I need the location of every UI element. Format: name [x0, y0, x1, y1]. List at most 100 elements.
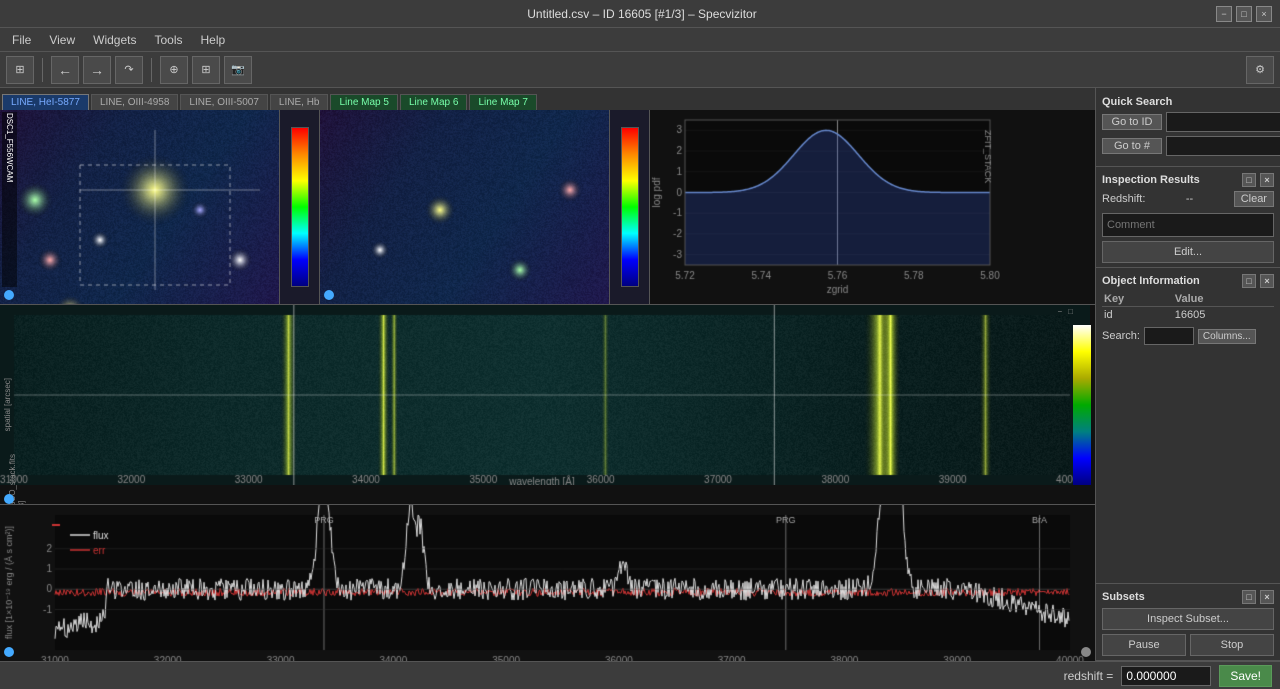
close-button[interactable]: ×: [1256, 6, 1272, 22]
settings-button[interactable]: ⚙: [1246, 56, 1274, 84]
edit-button[interactable]: Edit...: [1102, 241, 1274, 263]
columns-button[interactable]: Columns...: [1198, 329, 1256, 344]
menu-help[interactable]: Help: [193, 31, 234, 49]
key-id: id: [1102, 307, 1173, 324]
comment-input[interactable]: [1102, 213, 1274, 237]
subsets-icon-2[interactable]: ×: [1260, 590, 1274, 604]
screenshot-button[interactable]: 📷: [224, 56, 252, 84]
tab-line-hb[interactable]: LINE, Hb: [270, 94, 329, 110]
main-layout: LINE, HeI-5877 LINE, OIII-4958 LINE, OII…: [0, 88, 1280, 661]
inspection-icons: □ ×: [1242, 173, 1274, 187]
quick-search-title-text: Quick Search: [1102, 96, 1172, 108]
nav-next-button[interactable]: →: [83, 56, 111, 84]
bottom-bar: redshift = Save!: [0, 661, 1280, 689]
redshift-input[interactable]: [1121, 666, 1211, 686]
spec1d-bottom-circle-2: [1081, 647, 1091, 657]
spec2d-nav-plus[interactable]: □: [1068, 307, 1073, 316]
tab-line-oiii5007[interactable]: LINE, OIII-5007: [180, 94, 267, 110]
title-controls: − □ ×: [1216, 6, 1272, 22]
left-area: LINE, HeI-5877 LINE, OIII-4958 LINE, OII…: [0, 88, 1095, 661]
obj-info-icon-2[interactable]: ×: [1260, 274, 1274, 288]
tab-bar: LINE, HeI-5877 LINE, OIII-4958 LINE, OII…: [0, 88, 1095, 110]
subset-controls: Pause Stop: [1102, 634, 1274, 656]
obj-info-table: Key Value id 16605: [1102, 292, 1274, 323]
menu-widgets[interactable]: Widgets: [85, 31, 144, 49]
spec1d-bottom-circle: [4, 647, 14, 657]
subsets-title: Subsets □ ×: [1102, 588, 1274, 608]
go-to-hash-input[interactable]: [1166, 136, 1280, 156]
toolbar-sep-1: [42, 58, 43, 82]
go-to-hash-row: Go to #: [1102, 136, 1274, 156]
tab-linemap6[interactable]: Line Map 6: [400, 94, 467, 110]
search-mini-input[interactable]: [1144, 327, 1194, 345]
go-to-id-input[interactable]: [1166, 112, 1280, 132]
subsets-title-text: Subsets: [1102, 591, 1145, 603]
nav-forward-button[interactable]: ↷: [115, 56, 143, 84]
comment-row: [1102, 211, 1274, 237]
top-panels: DSC1_F556WCAM: [0, 110, 1095, 305]
minimize-button[interactable]: −: [1216, 6, 1232, 22]
table-row: id 16605: [1102, 307, 1274, 324]
menu-tools[interactable]: Tools: [147, 31, 191, 49]
value-id: 16605: [1173, 307, 1274, 324]
redshift-row: Redshift: -- Clear: [1102, 191, 1274, 207]
spec2d-bottom-left-circle: [4, 494, 14, 504]
stop-button[interactable]: Stop: [1190, 634, 1274, 656]
spec2d-nav-controls: − □: [1057, 307, 1073, 316]
obj-info-title: Object Information □ ×: [1102, 272, 1274, 292]
go-to-hash-button[interactable]: Go to #: [1102, 138, 1162, 154]
image-panel-1[interactable]: DSC1_F556WCAM: [0, 110, 280, 304]
inspection-icon-2[interactable]: ×: [1260, 173, 1274, 187]
title-bar: Untitled.csv – ID 16605 [#1/3] – Specviz…: [0, 0, 1280, 28]
obj-info-section: Object Information □ × Key Value id 1660: [1096, 268, 1280, 584]
nav-prev-button[interactable]: ←: [51, 56, 79, 84]
pause-button[interactable]: Pause: [1102, 634, 1186, 656]
spec2d-nav-minus[interactable]: −: [1057, 307, 1062, 316]
maximize-button[interactable]: □: [1236, 6, 1252, 22]
img1-label: DSC1_F556WCAM: [2, 112, 17, 287]
menu-file[interactable]: File: [4, 31, 39, 49]
obj-info-icons: □ ×: [1242, 274, 1274, 288]
menu-bar: File View Widgets Tools Help: [0, 28, 1280, 52]
panel-indicator-2: [324, 290, 334, 300]
right-sidebar: Quick Search Go to ID Go to # Inspection…: [1095, 88, 1280, 661]
go-to-id-button[interactable]: Go to ID: [1102, 114, 1162, 130]
redshift-value: --: [1186, 193, 1193, 205]
spec2d-colorbar: [1073, 305, 1091, 504]
zgrid-panel[interactable]: [650, 110, 1095, 304]
colormap-gradient-2: [621, 127, 639, 287]
colormap-bar-2: [610, 110, 650, 304]
zoom-reset-button[interactable]: ⊞: [192, 56, 220, 84]
go-to-id-row: Go to ID: [1102, 112, 1274, 132]
image-panel-2[interactable]: [320, 110, 610, 304]
tab-linemap7[interactable]: Line Map 7: [469, 94, 536, 110]
tab-line-oiii4958[interactable]: LINE, OIII-4958: [91, 94, 178, 110]
clear-button[interactable]: Clear: [1234, 191, 1274, 207]
toolbar-sep-2: [151, 58, 152, 82]
subsets-section: Subsets □ × Inspect Subset... Pause Stop: [1096, 584, 1280, 661]
inspection-icon-1[interactable]: □: [1242, 173, 1256, 187]
tab-linemap5[interactable]: Line Map 5: [330, 94, 397, 110]
zoom-in-button[interactable]: ⊕: [160, 56, 188, 84]
save-button[interactable]: Save!: [1219, 665, 1272, 687]
obj-info-title-text: Object Information: [1102, 275, 1200, 287]
key-header: Key: [1102, 292, 1173, 307]
inspection-title: Inspection Results □ ×: [1102, 171, 1274, 191]
spec2d-panel[interactable]: spatial [arcsec] FRESCO_stack.fits [3358…: [0, 305, 1095, 505]
tab-line-hei5877[interactable]: LINE, HeI-5877: [2, 94, 89, 110]
value-header: Value: [1173, 292, 1274, 307]
nav-grid-button[interactable]: ⊞: [6, 56, 34, 84]
redshift-label: Redshift:: [1102, 193, 1145, 205]
colormap-gradient-1: [291, 127, 309, 287]
quick-search-title: Quick Search: [1102, 94, 1274, 112]
quick-search-section: Quick Search Go to ID Go to #: [1096, 88, 1280, 167]
subsets-icon-1[interactable]: □: [1242, 590, 1256, 604]
menu-view[interactable]: View: [41, 31, 83, 49]
redshift-eq-label: redshift =: [1064, 669, 1114, 683]
search-row-2: Search: Columns...: [1102, 327, 1274, 345]
colormap-bar-1: [280, 110, 320, 304]
inspect-subset-button[interactable]: Inspect Subset...: [1102, 608, 1274, 630]
spec1d-panel[interactable]: [0, 505, 1095, 661]
window-title: Untitled.csv – ID 16605 [#1/3] – Specviz…: [68, 7, 1216, 21]
obj-info-icon-1[interactable]: □: [1242, 274, 1256, 288]
